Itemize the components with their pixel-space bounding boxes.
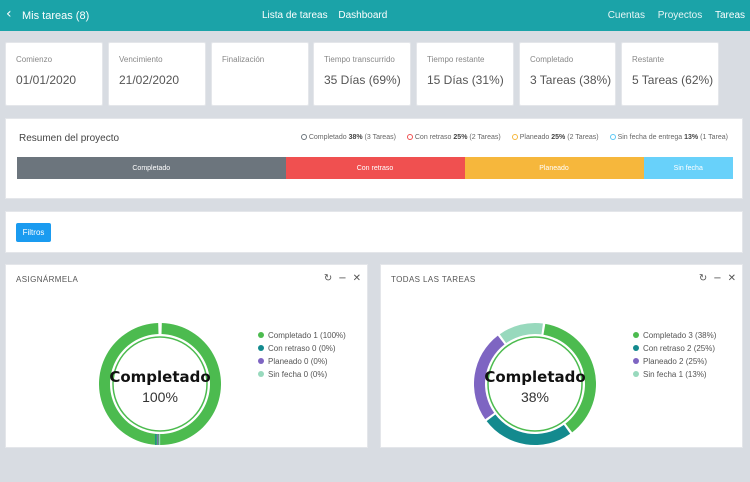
summary-title: Resumen del proyecto xyxy=(19,133,120,144)
stat-value: 3 Tareas (38%) xyxy=(530,73,612,87)
tab-dashboard[interactable]: Dashboard xyxy=(338,10,387,21)
legend-item: Planeado 2 (25%) xyxy=(633,355,716,368)
donut-slice-zero xyxy=(157,434,159,445)
chart-legend: Completado 3 (38%) Con retraso 2 (25%) P… xyxy=(633,329,716,381)
legend-planned: Planeado 25% (2 Tareas) xyxy=(511,134,599,141)
stat-value: 01/01/2020 xyxy=(16,73,77,87)
stat-card-remaining: Restante 5 Tareas (62%) xyxy=(621,42,719,106)
legend-dot xyxy=(258,345,264,351)
donut-center-value: 38% xyxy=(520,389,550,405)
legend-item: Completado 1 (100%) xyxy=(258,329,346,342)
legend-ring-icon xyxy=(300,134,307,140)
main-nav: Cuentas Proyectos Tareas xyxy=(598,10,745,21)
stat-label: Comienzo xyxy=(16,55,53,64)
legend-dot xyxy=(633,332,639,338)
nav-accounts[interactable]: Cuentas xyxy=(608,10,645,21)
legend-item: Completado 3 (38%) xyxy=(633,329,716,342)
stat-card-due: Vencimiento 21/02/2020 xyxy=(108,42,206,106)
view-switcher: Lista de tareas Dashboard xyxy=(262,10,395,21)
legend-item: Con retraso 0 (0%) xyxy=(258,342,346,355)
donut-slice-zero xyxy=(159,434,161,445)
stat-label: Tiempo transcurrido xyxy=(324,55,395,64)
panel-all-tasks: TODAS LAS TAREAS ↻ − ✕ Completado 38% Comp… xyxy=(380,264,743,448)
stat-label: Finalización xyxy=(222,55,265,64)
stat-value: 35 Días (69%) xyxy=(324,73,401,87)
filters-panel: Filtros xyxy=(5,211,743,253)
legend-item: Con retraso 2 (25%) xyxy=(633,342,716,355)
legend-item: Sin fecha 0 (0%) xyxy=(258,368,346,381)
progress-bar: Completado Con retraso Planeado Sin fecha xyxy=(17,157,733,179)
donut-center: Completado 100% xyxy=(80,368,240,405)
chevron-left-icon[interactable]: ‹ xyxy=(6,6,12,22)
panel-assigned-to-me: ASIGNÁRMELA ↻ − ✕ Completado 100% Completa… xyxy=(5,264,368,448)
progress-segment: Con retraso xyxy=(285,157,465,179)
nav-projects[interactable]: Proyectos xyxy=(658,10,702,21)
donut-center-label: Completado xyxy=(109,368,211,386)
nav-tasks[interactable]: Tareas xyxy=(715,10,745,21)
progress-segment: Planeado xyxy=(464,157,644,179)
legend-no-date: Sin fecha de entrega 13% (1 Tarea) xyxy=(609,134,728,141)
project-summary: Resumen del proyecto Completado 38% (3 T… xyxy=(5,118,743,199)
legend-dot xyxy=(258,371,264,377)
legend-completed: Completado 38% (3 Tareas) xyxy=(300,134,396,141)
legend-dot xyxy=(633,358,639,364)
top-bar: ‹ Mis tareas (8) Lista de tareas Dashboa… xyxy=(0,0,750,31)
stat-card-elapsed: Tiempo transcurrido 35 Días (69%) xyxy=(313,42,411,106)
progress-segment: Completado xyxy=(17,157,286,179)
donut-center-label: Completado xyxy=(484,368,586,386)
legend-delayed: Con retraso 25% (2 Tareas) xyxy=(406,134,501,141)
legend-ring-icon xyxy=(406,134,413,140)
legend-item: Sin fecha 1 (13%) xyxy=(633,368,716,381)
donut-slice-zero xyxy=(155,434,157,445)
legend-dot xyxy=(633,371,639,377)
legend-dot xyxy=(258,332,264,338)
donut-center: Completado 38% xyxy=(455,368,615,405)
legend-dot xyxy=(258,358,264,364)
chart-legend: Completado 1 (100%) Con retraso 0 (0%) P… xyxy=(258,329,346,381)
legend-ring-icon xyxy=(609,134,616,140)
page-title: Mis tareas (8) xyxy=(22,10,90,22)
tab-task-list[interactable]: Lista de tareas xyxy=(262,10,328,21)
stat-label: Restante xyxy=(632,55,665,64)
legend-dot xyxy=(633,345,639,351)
stat-label: Completado xyxy=(530,55,574,64)
progress-segment: Sin fecha xyxy=(643,157,733,179)
summary-legend: Completado 38% (3 Tareas) Con retraso 25… xyxy=(292,134,728,141)
stat-card-finish: Finalización xyxy=(211,42,309,106)
filters-button[interactable]: Filtros xyxy=(16,223,51,242)
stat-value: 5 Tareas (62%) xyxy=(632,73,714,87)
stat-label: Vencimiento xyxy=(119,55,163,64)
legend-item: Planeado 0 (0%) xyxy=(258,355,346,368)
stat-value: 15 Días (31%) xyxy=(427,73,504,87)
donut-center-value: 100% xyxy=(142,389,178,405)
stat-card-completed: Completado 3 Tareas (38%) xyxy=(519,42,616,106)
legend-ring-icon xyxy=(511,134,518,140)
stat-value: 21/02/2020 xyxy=(119,73,180,87)
stat-card-remaining-time: Tiempo restante 15 Días (31%) xyxy=(416,42,514,106)
stat-label: Tiempo restante xyxy=(427,55,485,64)
stat-card-start: Comienzo 01/01/2020 xyxy=(5,42,103,106)
